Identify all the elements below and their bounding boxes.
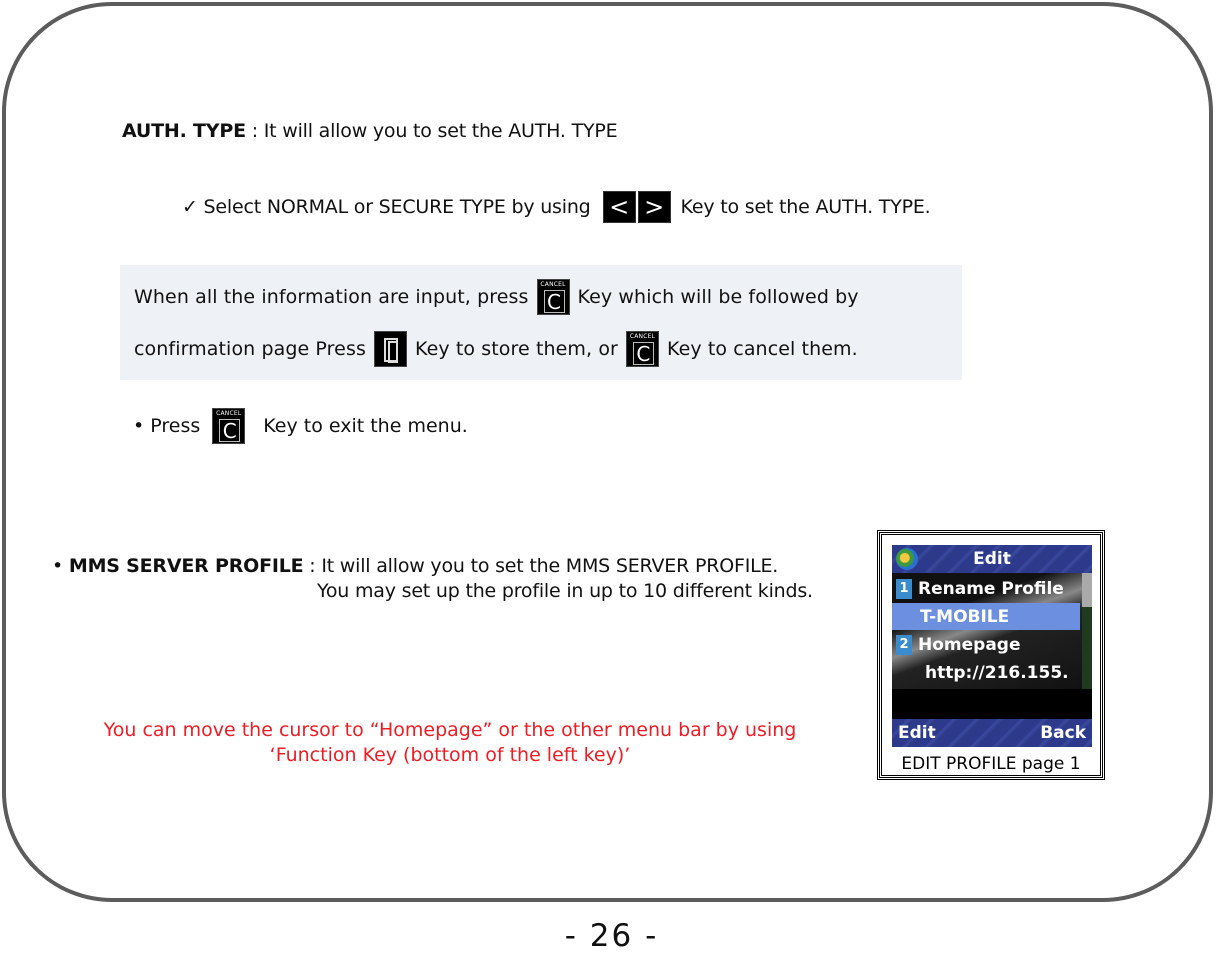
mms-profile-line-2: You may set up the profile in up to 10 d… [317,580,813,602]
menu-item-label: Rename Profile [918,578,1064,599]
figure-caption: EDIT PROFILE page 1 [901,754,1081,774]
press-exit-prefix: • Press [133,415,201,437]
menu-item-number: 1 [896,578,912,599]
cancel-key-icon: CANCEL C [212,408,246,444]
phone-screenshot-figure: Edit 1 Rename Profile T-MOBILE 2 Homepag… [877,530,1105,780]
menu-item-homepage[interactable]: 2 Homepage [892,631,1021,658]
info-line-1: When all the information are input, pres… [134,279,859,315]
cancel-key-label: CANCEL [629,333,656,340]
store-key-icon [373,331,407,367]
info-line-2-middle: Key to store them, or [414,338,618,360]
screen-menu: 1 Rename Profile T-MOBILE 2 Homepage htt… [892,573,1092,689]
menu-item-value-highlighted[interactable]: T-MOBILE [892,603,1080,630]
soft-key-bar: Edit Back [892,719,1092,747]
press-exit-line: • Press CANCEL C Key to exit the menu. [133,408,468,444]
cancel-key-glyph: C [219,419,241,442]
select-instruction-prefix: ✓ Select NORMAL or SECURE TYPE by using [182,196,591,218]
select-instruction-suffix: Key to set the AUTH. TYPE. [680,196,931,218]
cancel-key-icon: CANCEL C [625,331,659,367]
cancel-key-glyph: C [543,290,565,313]
menu-item-label: Homepage [918,634,1021,655]
screen-title-bar: Edit [892,545,1092,573]
cancel-key-glyph: C [632,342,654,365]
select-instruction: ✓ Select NORMAL or SECURE TYPE by using … [182,191,931,223]
soft-key-left[interactable]: Edit [898,719,936,747]
mms-profile-label: MMS SERVER PROFILE [68,555,304,577]
menu-item-value[interactable]: http://216.155. [892,659,1069,686]
info-line-2-suffix: Key to cancel them. [666,338,858,360]
auth-type-heading: AUTH. TYPE : It will allow you to set th… [122,120,618,142]
phone-screen: Edit 1 Rename Profile T-MOBILE 2 Homepag… [892,545,1092,747]
info-line-1-suffix: Key which will be followed by [577,286,859,308]
globe-icon [896,548,918,570]
function-key-note: You can move the cursor to “Homepage” or… [70,718,830,768]
store-key-doc-shape-2 [387,341,398,363]
function-key-note-line-1: You can move the cursor to “Homepage” or… [103,719,797,741]
mms-bullet: • [52,555,69,577]
info-line-2: confirmation page Press Key to store the… [134,331,858,367]
press-exit-suffix: Key to exit the menu. [263,415,468,437]
right-arrow-key-icon: > [637,191,671,223]
function-key-note-line-2: ‘Function Key (bottom of the left key)’ [269,744,631,766]
mms-profile-description: : It will allow you to set the MMS SERVE… [303,555,779,577]
info-line-2-prefix: confirmation page Press [134,338,366,360]
soft-key-right[interactable]: Back [1040,719,1086,747]
info-box: When all the information are input, pres… [120,265,962,380]
cancel-key-icon: CANCEL C [536,279,570,315]
page-number: - 26 - [564,918,659,954]
screen-title: Edit [973,549,1011,569]
auth-type-label: AUTH. TYPE [122,120,246,142]
menu-item-number: 2 [896,634,912,655]
scrollbar-thumb[interactable] [1082,573,1092,607]
mms-profile-line-1: • MMS SERVER PROFILE : It will allow you… [52,555,778,577]
menu-item-rename-profile[interactable]: 1 Rename Profile [892,575,1064,602]
left-arrow-key-icon: < [602,191,636,223]
info-line-1-prefix: When all the information are input, pres… [134,286,529,308]
cancel-key-label: CANCEL [540,281,566,288]
auth-type-description: : It will allow you to set the AUTH. TYP… [245,120,618,142]
cancel-key-label: CANCEL [216,410,242,417]
arrow-keys: < > [602,191,673,223]
